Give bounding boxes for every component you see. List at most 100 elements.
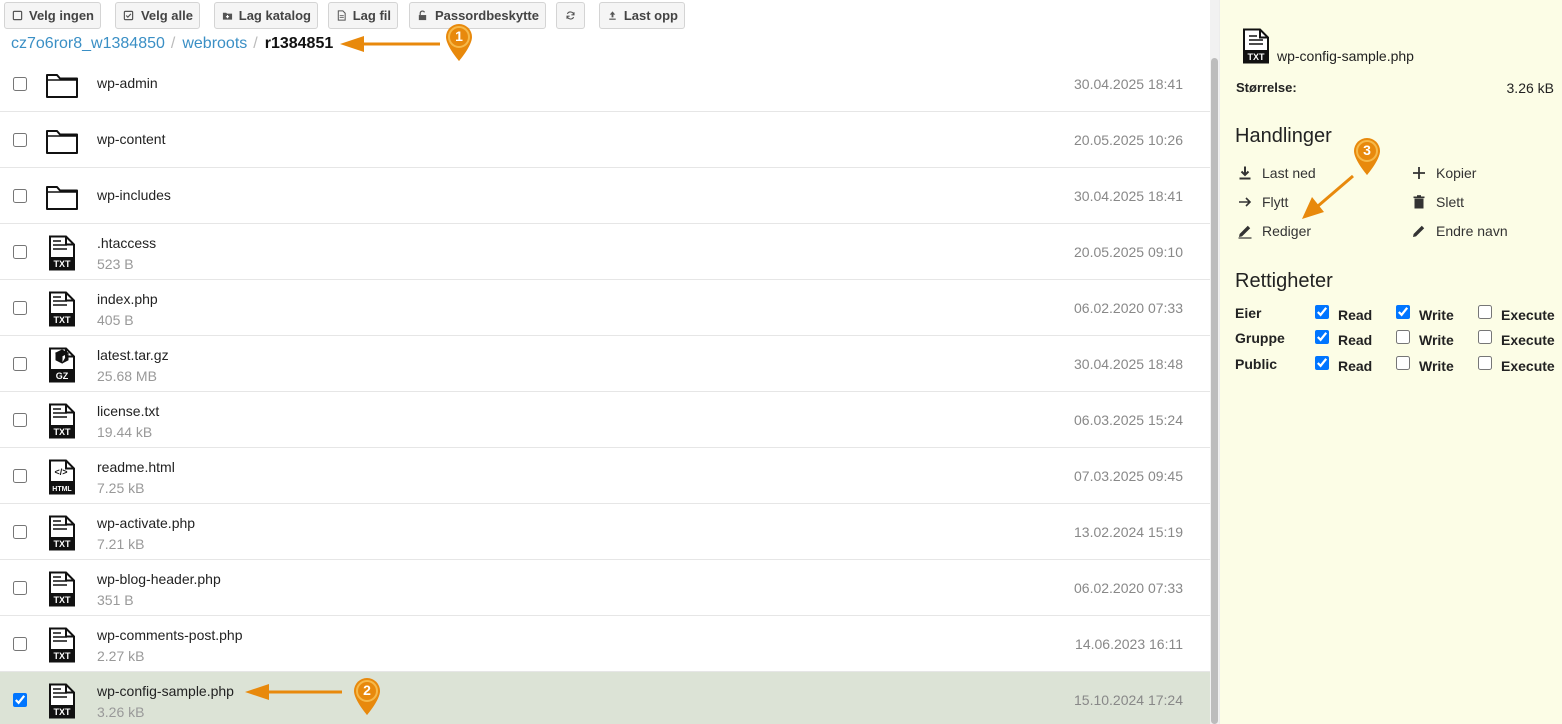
file-name[interactable]: .htaccess	[97, 235, 156, 251]
permission-row-label: Public	[1235, 356, 1278, 372]
permission-label: Read	[1338, 358, 1373, 374]
permission-checkbox[interactable]	[1396, 356, 1410, 370]
file-name[interactable]: wp-config-sample.php	[97, 683, 234, 699]
permissions-title: Rettigheter	[1235, 270, 1333, 292]
folder-row[interactable]: wp-content 20.05.2025 10:26	[0, 112, 1210, 168]
make-file-label: Lag fil	[352, 8, 391, 23]
file-name[interactable]: latest.tar.gz	[97, 347, 169, 363]
row-checkbox[interactable]	[13, 693, 27, 707]
edit-action[interactable]: Rediger	[1236, 222, 1311, 240]
row-checkbox[interactable]	[13, 637, 27, 651]
row-checkbox[interactable]	[13, 133, 27, 147]
file-name[interactable]: wp-blog-header.php	[97, 571, 221, 587]
file-type-label: TXT	[54, 595, 72, 605]
permission-checkbox[interactable]	[1478, 305, 1492, 319]
breadcrumb-item-webroots[interactable]: webroots	[182, 35, 247, 53]
make-file-button[interactable]: Lag fil	[328, 2, 398, 29]
permission-execute-toggle[interactable]: Execute	[1478, 356, 1555, 374]
file-row[interactable]: TXT wp-config-sample.php 3.26 kB 15.10.2024…	[0, 672, 1210, 724]
permission-label: Read	[1338, 332, 1373, 348]
permission-checkbox[interactable]	[1315, 305, 1329, 319]
permission-checkbox[interactable]	[1315, 330, 1329, 344]
file-name[interactable]: wp-includes	[97, 187, 171, 203]
file-size: 25.68 MB	[97, 368, 157, 384]
file-row[interactable]: TXT wp-blog-header.php 351 B 06.02.2020 07:…	[0, 560, 1210, 616]
breadcrumb-item-root[interactable]: cz7o6ror8_w1384850	[11, 35, 165, 53]
download-action[interactable]: Last ned	[1236, 164, 1316, 182]
file-name[interactable]: wp-content	[97, 131, 165, 147]
file-date: 06.03.2025 15:24	[1074, 412, 1183, 428]
row-checkbox[interactable]	[13, 469, 27, 483]
row-checkbox[interactable]	[13, 77, 27, 91]
file-row[interactable]: </> HTML readme.html 7.25 kB 07.03.2025 09:4…	[0, 448, 1210, 504]
row-checkbox[interactable]	[13, 245, 27, 259]
scrollbar-thumb[interactable]	[1211, 58, 1218, 724]
row-checkbox[interactable]	[13, 581, 27, 595]
txt-file-icon: TXT	[45, 291, 79, 327]
row-checkbox[interactable]	[13, 301, 27, 315]
txt-file-icon: TXT	[1243, 28, 1269, 64]
permission-checkbox[interactable]	[1315, 356, 1329, 370]
file-row[interactable]: TXT wp-activate.php 7.21 kB 13.02.2024 15:1…	[0, 504, 1210, 560]
permission-checkbox[interactable]	[1478, 330, 1492, 344]
make-directory-button[interactable]: Lag katalog	[214, 2, 318, 29]
file-name[interactable]: wp-activate.php	[97, 515, 195, 531]
actions-title: Handlinger	[1235, 125, 1332, 147]
file-name[interactable]: license.txt	[97, 403, 159, 419]
file-name[interactable]: index.php	[97, 291, 158, 307]
txt-file-icon: TXT	[45, 403, 79, 439]
file-name[interactable]: wp-comments-post.php	[97, 627, 243, 643]
row-checkbox[interactable]	[13, 357, 27, 371]
folder-icon	[45, 123, 79, 159]
toolbar: Velg ingen Velg alle Lag katalog Lag fil…	[0, 0, 1210, 31]
file-type-label: TXT	[54, 707, 72, 717]
permission-label: Write	[1419, 358, 1454, 374]
move-action[interactable]: Flytt	[1236, 193, 1288, 211]
permission-label: Execute	[1501, 358, 1555, 374]
row-checkbox[interactable]	[13, 189, 27, 203]
row-checkbox[interactable]	[13, 413, 27, 427]
folder-row[interactable]: wp-admin 30.04.2025 18:41	[0, 56, 1210, 112]
permission-write-toggle[interactable]: Write	[1396, 305, 1454, 323]
copy-action[interactable]: Kopier	[1410, 164, 1476, 182]
permission-checkbox[interactable]	[1396, 305, 1410, 319]
file-date: 30.04.2025 18:48	[1074, 356, 1183, 372]
permission-execute-toggle[interactable]: Execute	[1478, 330, 1555, 348]
permission-write-toggle[interactable]: Write	[1396, 330, 1454, 348]
file-name[interactable]: readme.html	[97, 459, 175, 475]
file-row[interactable]: GZ latest.tar.gz 25.68 MB 30.04.2025 18:48	[0, 336, 1210, 392]
upload-button[interactable]: Last opp	[599, 2, 685, 29]
file-row[interactable]: TXT .htaccess 523 B 20.05.2025 09:10	[0, 224, 1210, 280]
permission-read-toggle[interactable]: Read	[1315, 330, 1373, 348]
permission-read-toggle[interactable]: Read	[1315, 305, 1372, 323]
annotation-marker-1-label: 1	[455, 28, 463, 44]
checkbox-empty-icon	[11, 9, 24, 23]
file-date: 30.04.2025 18:41	[1074, 76, 1183, 92]
select-none-button[interactable]: Velg ingen	[4, 2, 101, 29]
permission-execute-toggle[interactable]: Execute	[1478, 305, 1555, 323]
permission-checkbox[interactable]	[1478, 356, 1492, 370]
file-type-label: HTML	[52, 486, 72, 493]
file-row[interactable]: TXT wp-comments-post.php 2.27 kB 14.06.2023…	[0, 616, 1210, 672]
file-date: 30.04.2025 18:41	[1074, 188, 1183, 204]
move-label: Flytt	[1262, 194, 1289, 210]
folder-row[interactable]: wp-includes 30.04.2025 18:41	[0, 168, 1210, 224]
delete-action[interactable]: Slett	[1410, 193, 1464, 211]
file-row[interactable]: TXT index.php 405 B 06.02.2020 07:33	[0, 280, 1210, 336]
file-date: 20.05.2025 10:26	[1074, 132, 1183, 148]
scrollbar[interactable]	[1210, 0, 1219, 724]
rename-action[interactable]: Endre navn	[1410, 222, 1508, 240]
select-all-button[interactable]: Velg alle	[115, 2, 200, 29]
password-protect-button[interactable]: Passordbeskytte	[409, 2, 546, 29]
breadcrumb-separator: /	[253, 34, 258, 52]
row-checkbox[interactable]	[13, 525, 27, 539]
permission-checkbox[interactable]	[1396, 330, 1410, 344]
file-type-label: TXT	[54, 651, 72, 661]
file-row[interactable]: TXT license.txt 19.44 kB 06.03.2025 15:24	[0, 392, 1210, 448]
arrow-right-icon	[1236, 193, 1254, 211]
refresh-button[interactable]	[556, 2, 585, 29]
permission-read-toggle[interactable]: Read	[1315, 356, 1373, 374]
file-name[interactable]: wp-admin	[97, 75, 158, 91]
permission-write-toggle[interactable]: Write	[1396, 356, 1454, 374]
file-type-label: TXT	[54, 539, 72, 549]
